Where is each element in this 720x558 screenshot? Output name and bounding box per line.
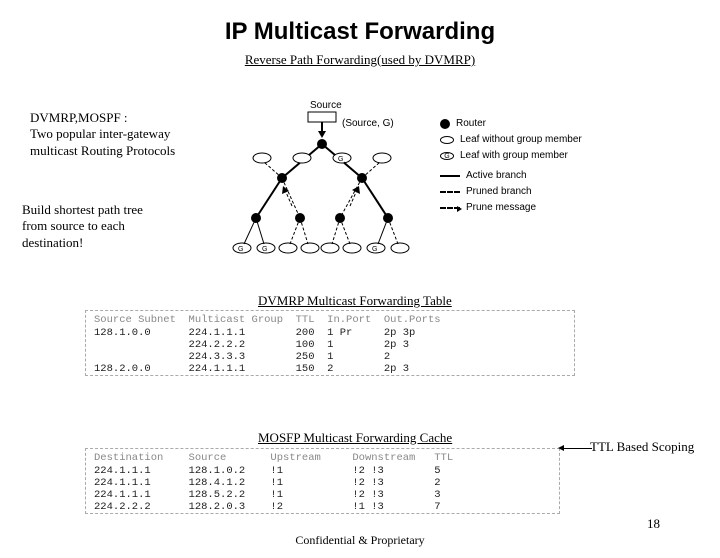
leaf-icon xyxy=(440,136,454,144)
svg-text:G: G xyxy=(372,246,377,253)
table-row: 224.1.1.1 128.5.2.2 !1 !2 !3 3 xyxy=(86,489,559,501)
legend-label: Leaf without group member xyxy=(460,132,582,147)
note-line: multicast Routing Protocols xyxy=(30,143,230,159)
ttl-scoping-label: TTL Based Scoping xyxy=(590,439,720,455)
page-number: 18 xyxy=(647,516,660,532)
active-branch-icon xyxy=(440,175,460,177)
table2-caption: MOSFP Multicast Forwarding Cache xyxy=(258,430,452,446)
note-line: destination! xyxy=(22,235,202,251)
svg-text:G: G xyxy=(338,156,343,163)
table1-caption: DVMRP Multicast Forwarding Table xyxy=(258,293,452,309)
legend-label: Pruned branch xyxy=(466,184,532,199)
legend-label: Active branch xyxy=(466,168,527,183)
note-shortest-path: Build shortest path tree from source to … xyxy=(22,202,202,251)
footer-text: Confidential & Proprietary xyxy=(0,533,720,548)
table-row: 128.2.0.0 224.1.1.1 150 2 2p 3 xyxy=(86,363,574,375)
mosfp-table: Destination Source Upstream Downstream T… xyxy=(85,448,560,514)
table-row: 224.2.2.2 128.2.0.3 !2 !1 !3 7 xyxy=(86,501,559,513)
pruned-branch-icon xyxy=(440,191,460,193)
table-header: Source Subnet Multicast Group TTL In.Por… xyxy=(86,311,574,327)
table-row: 128.1.0.0 224.1.1.1 200 1 Pr 2p 3p xyxy=(86,327,574,339)
note-line: from source to each xyxy=(22,218,202,234)
legend-label: Leaf with group member xyxy=(460,148,568,163)
table-header: Destination Source Upstream Downstream T… xyxy=(86,449,559,465)
table-row: 224.1.1.1 128.1.0.2 !1 !2 !3 5 xyxy=(86,465,559,477)
note-line: Two popular inter-gateway xyxy=(30,126,230,142)
note-line: DVMRP,MOSPF : xyxy=(30,110,230,126)
arrow-icon xyxy=(562,448,592,449)
prune-message-icon xyxy=(440,207,460,209)
svg-text:G: G xyxy=(238,246,243,253)
table-row: 224.1.1.1 128.4.1.2 !1 !2 !3 2 xyxy=(86,477,559,489)
note-line: Build shortest path tree xyxy=(22,202,202,218)
diagram-legend: Router Leaf without group member G Leaf w… xyxy=(440,116,582,216)
note-protocols: DVMRP,MOSPF : Two popular inter-gateway … xyxy=(30,110,230,159)
svg-text:G: G xyxy=(262,246,267,253)
dvmrp-table: Source Subnet Multicast Group TTL In.Por… xyxy=(85,310,575,376)
page-title: IP Multicast Forwarding xyxy=(0,18,720,46)
subtitle: Reverse Path Forwarding(used by DVMRP) xyxy=(0,52,720,68)
legend-label: Prune message xyxy=(466,200,536,215)
leaf-member-icon: G xyxy=(440,152,454,160)
table-row: 224.3.3.3 250 1 2 xyxy=(86,351,574,363)
table-row: 224.2.2.2 100 1 2p 3 xyxy=(86,339,574,351)
legend-label: Router xyxy=(456,116,486,131)
router-icon xyxy=(440,119,450,129)
source-label: Source xyxy=(310,100,342,111)
source-group-label: (Source, G) xyxy=(342,118,394,129)
